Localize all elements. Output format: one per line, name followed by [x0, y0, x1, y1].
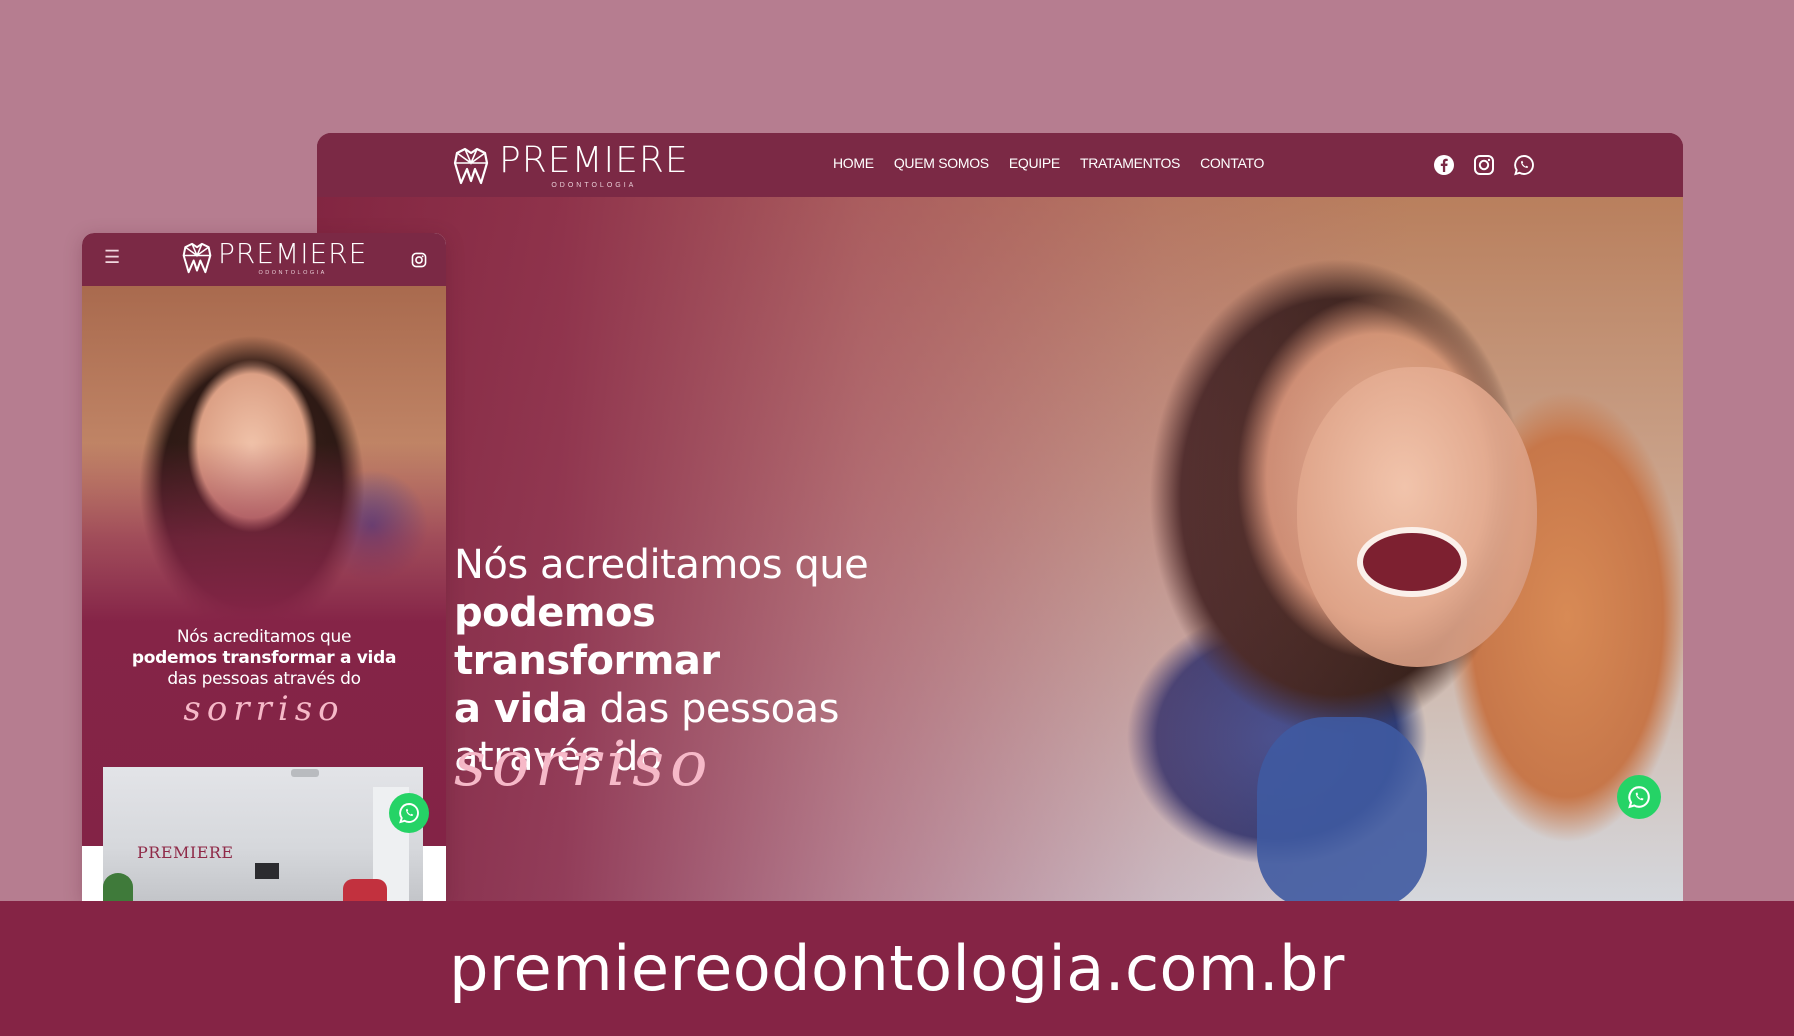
facebook-icon[interactable] [1433, 154, 1455, 176]
patient-face [1297, 367, 1537, 667]
desktop-header: PREMIERE ODONTOLOGIA HOME QUEM SOMOS EQU… [317, 133, 1683, 197]
tooth-logo-icon [182, 242, 212, 274]
mobile-hero-photo [82, 286, 446, 846]
mobile-whatsapp-float-button[interactable] [389, 793, 429, 833]
dentist-glove [1257, 717, 1427, 901]
hamburger-menu-icon[interactable]: ☰ [104, 247, 120, 268]
mobile-logo[interactable]: PREMIERE ODONTOLOGIA [182, 240, 367, 277]
mobile-header: ☰ PREMIERE ODONTOLOGIA [82, 233, 446, 286]
hero-line-1: Nós acreditamos que [454, 542, 869, 588]
hero-line-3-bold: a vida [454, 686, 588, 732]
logo-subtitle: ODONTOLOGIA [551, 182, 637, 189]
photo-chair [343, 879, 387, 901]
clinic-reception-photo: PREMIERE [103, 767, 423, 901]
footer-banner: premiereodontologia.com.br [0, 901, 1794, 1036]
mobile-hero-script-word: sorriso [183, 689, 345, 729]
photo-ceiling-lamp [291, 769, 319, 777]
nav-contato[interactable]: CONTATO [1200, 155, 1264, 171]
instagram-icon[interactable] [411, 252, 427, 268]
nav-home[interactable]: HOME [833, 155, 874, 171]
whatsapp-icon [1628, 786, 1650, 809]
logo-name: PREMIERE [499, 140, 689, 181]
photo-wall-logo: PREMIERE [137, 843, 234, 862]
mobile-hero-headline: Nós acreditamos que podemos transformar … [82, 627, 446, 690]
whatsapp-icon [399, 803, 419, 824]
mobile-hero-line-2: podemos transformar a vida [131, 648, 397, 668]
photo-plant [103, 873, 133, 901]
social-links [1433, 154, 1535, 176]
mobile-mockup: ☰ PREMIERE ODONTOLOGIA Nós acreditamos q [82, 233, 446, 901]
website-url[interactable]: premiereodontologia.com.br [449, 932, 1345, 1005]
desktop-logo[interactable]: PREMIERE ODONTOLOGIA [453, 143, 689, 189]
whatsapp-float-button[interactable] [1617, 775, 1661, 819]
photo-tv [255, 863, 279, 879]
hero-line-2: podemos transformar [454, 590, 720, 684]
hero-script-word: sorriso [454, 727, 714, 800]
tooth-logo-icon [453, 147, 489, 185]
hero-line-3-rest: das pessoas [587, 686, 840, 732]
whatsapp-icon[interactable] [1513, 154, 1535, 176]
nav-tratamentos[interactable]: TRATAMENTOS [1080, 155, 1180, 171]
nav-equipe[interactable]: EQUIPE [1009, 155, 1060, 171]
mobile-hero-line-1: Nós acreditamos que [176, 627, 352, 647]
nav-quem-somos[interactable]: QUEM SOMOS [894, 155, 989, 171]
mobile-hero-line-3: das pessoas através do [167, 669, 361, 689]
desktop-mockup: PREMIERE ODONTOLOGIA HOME QUEM SOMOS EQU… [317, 133, 1683, 901]
patient-mouth [1357, 527, 1467, 597]
logo-subtitle: ODONTOLOGIA [258, 270, 327, 276]
instagram-icon[interactable] [1473, 154, 1495, 176]
main-nav: HOME QUEM SOMOS EQUIPE TRATAMENTOS CONTA… [833, 155, 1264, 171]
logo-name: PREMIERE [218, 237, 368, 270]
